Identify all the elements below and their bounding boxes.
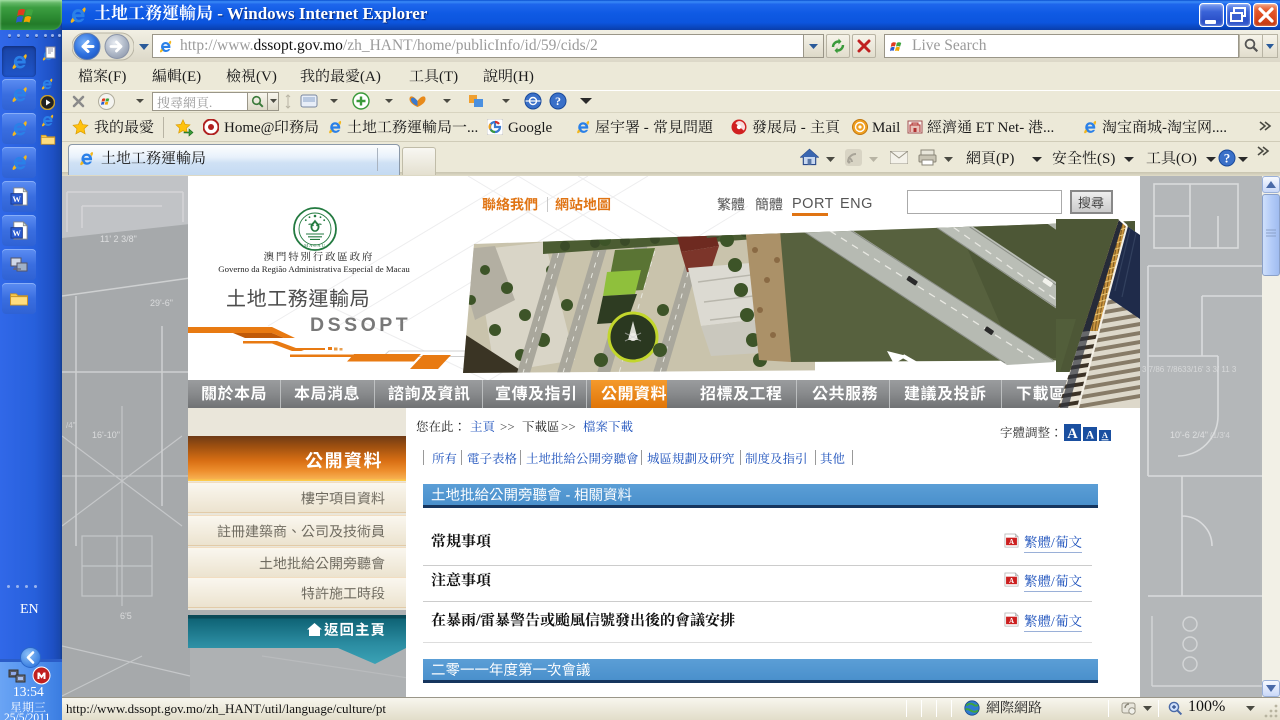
svg-text:10'-6 2/4": 10'-6 2/4" — [1170, 430, 1208, 440]
svg-text:6'5: 6'5 — [120, 611, 132, 621]
svg-text:3 7/86 7/8633/16' 3 3/ 11 3: 3 7/86 7/8633/16' 3 3/ 11 3 — [1142, 365, 1237, 374]
svg-text:16'-10": 16'-10" — [92, 430, 120, 440]
svg-text:?: ? — [555, 94, 561, 108]
svg-text:A: A — [1102, 430, 1109, 440]
svg-text:29'-6": 29'-6" — [150, 298, 173, 308]
svg-text:11' 2 3/8": 11' 2 3/8" — [100, 234, 137, 244]
svg-text:(1/3'4: (1/3'4 — [1210, 431, 1230, 440]
svg-text:A: A — [1067, 426, 1078, 441]
svg-text:?: ? — [1224, 151, 1231, 166]
svg-text:/4": /4" — [66, 421, 76, 430]
svg-text:A: A — [1086, 430, 1095, 442]
